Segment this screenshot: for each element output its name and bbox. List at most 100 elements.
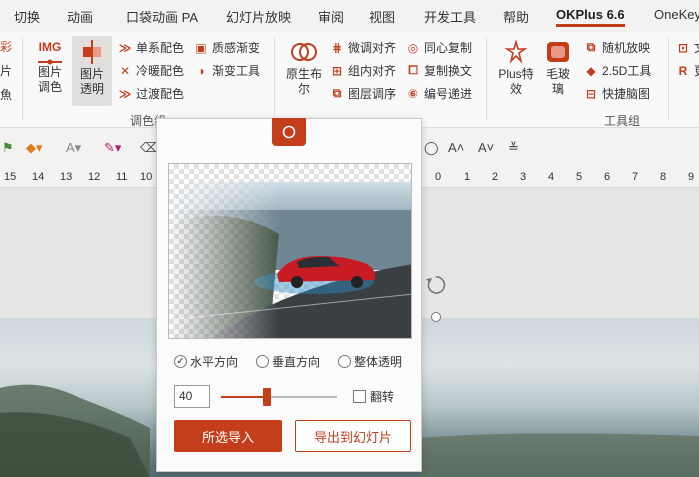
frosted-glass-button[interactable]: 毛玻璃 [540, 40, 576, 97]
horizontal-option[interactable]: ✓ 水平方向 [174, 353, 238, 370]
origin-bool-button[interactable]: 原生布尔 [284, 40, 324, 97]
preview-image [168, 163, 412, 339]
img-color-icon: IMG [36, 40, 64, 65]
tab-slideshow[interactable]: 幻灯片放映 [226, 7, 291, 26]
copy-replace-text-button[interactable]: ⧠ 复制换文 [406, 62, 472, 79]
number-icon: ⑥ [407, 86, 419, 101]
ribbon-tabs: 切换 动画 口袋动画 PA 幻灯片放映 审阅 视图 开发工具 帮助 OKPlus… [0, 0, 699, 32]
export-to-slide-button[interactable]: 导出到幻灯片 [295, 420, 411, 452]
slider-thumb[interactable] [263, 388, 272, 406]
rotate-handle-icon[interactable] [425, 274, 447, 296]
layer-order-button[interactable]: ⧉ 图层调序 [330, 85, 396, 102]
origin-bool-label: 原生布尔 [285, 67, 322, 96]
align-icon: ⋕ [331, 40, 343, 55]
cube-icon: ◆ [586, 63, 596, 78]
ruler-label: 2 [492, 171, 499, 183]
img-transparent-icon [78, 40, 106, 64]
ruler-label: 14 [32, 171, 45, 183]
ribbon-separator [668, 38, 669, 120]
flip-checkbox[interactable] [353, 390, 366, 403]
tab-animations[interactable]: 动画 [67, 7, 93, 26]
copy-icon: ⧠ [408, 63, 418, 77]
whole-transparent-option[interactable]: 整体透明 [338, 353, 402, 370]
random-show-button[interactable]: ⧉ 随机放映 [584, 39, 650, 56]
ruler-label: 0 [435, 171, 442, 183]
tab-pocket-animation[interactable]: 口袋动画 PA [126, 7, 198, 26]
gradient-tool-button[interactable]: ◑ 渐变工具 [194, 62, 260, 79]
option-label: 垂直方向 [272, 355, 321, 369]
tab-view[interactable]: 视图 [369, 7, 395, 26]
img-transparent-label: 图片透明 [79, 67, 104, 96]
flip-label: 翻转 [370, 390, 395, 404]
tab-help[interactable]: 帮助 [503, 7, 529, 26]
number-increment-button[interactable]: ⑥ 编号递进 [406, 85, 472, 102]
ribbon-separator [486, 38, 487, 120]
warm-cool-button[interactable]: ✕ 冷暖配色 [118, 62, 184, 79]
ruler-label: 3 [520, 171, 527, 183]
dialog-header-tab[interactable] [272, 118, 306, 146]
fine-align-button[interactable]: ⋕ 微调对齐 [330, 39, 396, 56]
vertical-option[interactable]: 垂直方向 [256, 353, 320, 370]
right-edge-button[interactable]: R更 [676, 62, 699, 79]
option-label: 整体透明 [354, 355, 403, 369]
group-align-icon: ⊞ [331, 63, 343, 78]
car-preview-graphic [169, 182, 411, 338]
font-grow-icon[interactable]: A˄ [448, 140, 464, 155]
ribbon: 彩 片 魚 IMG 图片调色 图片透明 ≫ 单系配色 ✕ 冷暖配色 ≫ 过渡配色 ▣ 质… [0, 32, 699, 128]
img-transparent-button[interactable]: 图片透明 [72, 36, 112, 106]
ribbon-separator [22, 38, 23, 120]
tab-review[interactable]: 审阅 [318, 7, 344, 26]
image-transparent-dialog: ✓ 水平方向 垂直方向 整体透明 40 翻转 所选导入 导出到幻灯片 [156, 118, 422, 472]
tab-developer[interactable]: 开发工具 [424, 7, 476, 26]
transparency-value-input[interactable]: 40 [174, 385, 210, 408]
left-edge-char: 魚 [0, 88, 13, 102]
frosted-glass-icon [545, 40, 571, 64]
right-edge-button[interactable]: ⊡文 [676, 39, 699, 56]
doc-icon: ⊡ [677, 40, 689, 55]
chevrons-icon: ≫ [118, 40, 132, 55]
dialog-circle-icon [282, 125, 296, 139]
2-5d-tool-button[interactable]: ◆ 2.5D工具 [584, 62, 651, 79]
shape-icon[interactable]: ◯ [424, 140, 439, 156]
quick-mindmap-button[interactable]: ⊟ 快捷脑图 [584, 85, 650, 102]
selection-handle[interactable] [431, 312, 441, 322]
radio-checked[interactable]: ✓ [174, 355, 187, 368]
flag-icon[interactable]: ⚑ [2, 140, 14, 156]
ruler-label: 8 [660, 171, 667, 183]
highlight-icon[interactable]: ✎▾ [104, 140, 121, 156]
flip-option[interactable]: 翻转 [353, 388, 394, 405]
group-align-button[interactable]: ⊞ 组内对齐 [330, 62, 396, 79]
more-icon[interactable]: ≚ [508, 140, 519, 156]
left-edge-char: 彩 [0, 40, 13, 54]
chevrons-icon: ≫ [118, 86, 132, 101]
transparency-slider[interactable] [221, 388, 337, 406]
radio-unchecked[interactable] [256, 355, 269, 368]
layer-icon: ⧉ [332, 86, 342, 100]
fill-color-icon[interactable]: ◆▾ [26, 140, 43, 156]
texture-gradient-button[interactable]: ▣ 质感渐变 [194, 39, 260, 56]
radio-unchecked[interactable] [338, 355, 351, 368]
tab-onekey[interactable]: OneKey [654, 7, 699, 22]
img-color-button[interactable]: IMG 图片调色 [34, 40, 66, 95]
font-color-icon[interactable]: A▾ [66, 140, 81, 156]
plus-effect-button[interactable]: Plus特效 [496, 39, 536, 97]
tab-okplus[interactable]: OKPlus 6.6 [556, 7, 625, 27]
bool-icon [289, 40, 319, 64]
mindmap-icon: ⊟ [585, 86, 597, 101]
ruler-label: 13 [60, 171, 73, 183]
ruler-label: 5 [576, 171, 583, 183]
square-icon: ▣ [195, 40, 207, 55]
single-color-button[interactable]: ≫ 单系配色 [118, 39, 184, 56]
font-shrink-icon[interactable]: A˅ [478, 140, 494, 155]
ruler-label: 6 [604, 171, 611, 183]
tool-group-label: 工具组 [604, 114, 641, 128]
concentric-copy-button[interactable]: ◎ 同心复制 [406, 39, 472, 56]
tab-transitions[interactable]: 切换 [14, 7, 40, 26]
slider-fill [221, 396, 268, 398]
import-selected-button[interactable]: 所选导入 [174, 420, 282, 452]
frosted-glass-label: 毛玻璃 [545, 67, 570, 96]
ruler-label: 1 [464, 171, 471, 183]
concentric-icon: ◎ [407, 40, 419, 55]
option-label: 水平方向 [190, 355, 239, 369]
transition-color-button[interactable]: ≫ 过渡配色 [118, 85, 184, 102]
